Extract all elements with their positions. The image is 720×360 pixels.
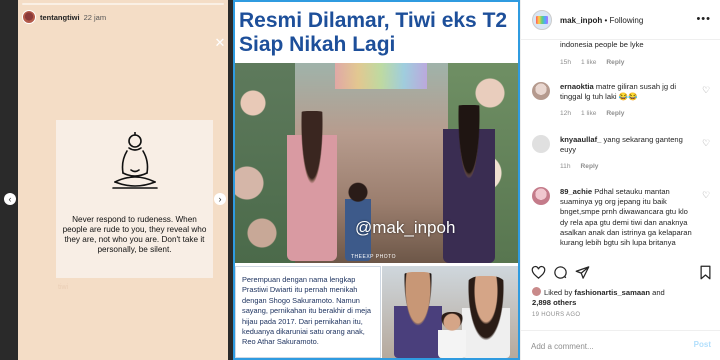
comment-time: 11h: [560, 163, 571, 170]
comment-username[interactable]: knyaaullaf_: [560, 135, 601, 144]
add-comment-bar: Post: [521, 330, 720, 360]
comment-time: 15h: [560, 59, 572, 66]
comment-username[interactable]: ernaoktia: [560, 82, 594, 91]
reply-button[interactable]: Reply: [606, 110, 624, 117]
comment-meta: 11h Reply: [560, 163, 598, 170]
heart-icon[interactable]: [531, 265, 546, 280]
chevron-left-icon[interactable]: ‹: [4, 193, 16, 205]
instagram-post-viewer: Never respond to rudeness. When people a…: [0, 0, 720, 360]
like-comment-icon[interactable]: ♡: [702, 86, 711, 95]
buddha-icon: [112, 132, 158, 189]
avatar[interactable]: [532, 135, 550, 153]
comment-likes[interactable]: 1 like: [581, 110, 596, 117]
share-icon[interactable]: [575, 265, 590, 280]
comment-time: 12h: [560, 110, 572, 117]
story-frame: Never respond to rudeness. When people a…: [18, 0, 228, 360]
action-bar: [521, 263, 720, 285]
post-button[interactable]: Post: [694, 340, 711, 349]
comment-input[interactable]: [531, 340, 681, 352]
comment-meta: 15h 1 like Reply: [560, 59, 624, 66]
reply-button[interactable]: Reply: [606, 59, 624, 66]
more-options-icon[interactable]: •••: [696, 13, 711, 25]
close-icon[interactable]: ✕: [214, 36, 226, 49]
story-handle: tiwi: [58, 284, 69, 291]
comment-meta: 12h 1 like Reply: [560, 110, 624, 117]
liked-by-user[interactable]: fashionartis_samaan: [574, 288, 650, 297]
bookmark-icon[interactable]: [699, 265, 712, 280]
post-image: Resmi Dilamar, Tiwi eks T2 Siap Nikah La…: [233, 0, 520, 360]
chevron-right-icon[interactable]: ›: [214, 193, 226, 205]
comment-likes[interactable]: 1 like: [581, 59, 596, 66]
likes-summary: Liked by fashionartis_samaan and 2,898 ot…: [532, 287, 717, 309]
story-progress-bar: [22, 3, 224, 5]
story-username[interactable]: tentangtiwi: [40, 13, 80, 22]
avatar[interactable]: [532, 10, 552, 30]
post-author: mak_inpoh • Following: [560, 16, 643, 25]
comments-panel: mak_inpoh • Following ••• indonesia peop…: [520, 0, 720, 360]
likes-and: and: [652, 288, 665, 297]
liked-by-label: Liked by: [544, 288, 573, 297]
comment-text: 89_achie Pdhal setauku mantan suaminya y…: [560, 187, 692, 248]
reply-button[interactable]: Reply: [581, 163, 599, 170]
story-quote: Never respond to rudeness. When people a…: [62, 215, 207, 254]
story-header: tentangtiwi 22 jam: [22, 8, 106, 26]
comment-text: knyaaullaf_ yang sekarang ganteng euyy: [560, 135, 683, 155]
story-viewer: Never respond to rudeness. When people a…: [0, 0, 233, 360]
avatar: [532, 287, 541, 296]
comment-text: ernaoktia matre giliran susah jg di ting…: [560, 82, 677, 102]
comment-icon[interactable]: [553, 265, 568, 280]
like-comment-icon[interactable]: ♡: [702, 191, 711, 200]
avatar[interactable]: [532, 187, 550, 205]
post-header: mak_inpoh • Following •••: [521, 0, 720, 40]
story-time: 22 jam: [83, 12, 107, 22]
author-username[interactable]: mak_inpoh: [560, 16, 602, 25]
quote-card: Never respond to rudeness. When people a…: [56, 120, 213, 278]
image-border: [233, 0, 520, 360]
follow-status[interactable]: • Following: [604, 16, 643, 25]
comment-text: indonesia people be lyke: [560, 40, 644, 49]
avatar[interactable]: [22, 10, 36, 24]
like-comment-icon[interactable]: ♡: [702, 139, 711, 148]
post-timestamp[interactable]: 19 HOURS AGO: [532, 312, 580, 318]
comment-username[interactable]: 89_achie: [560, 187, 592, 196]
avatar[interactable]: [532, 82, 550, 100]
likes-count[interactable]: 2,898 others: [532, 298, 576, 307]
